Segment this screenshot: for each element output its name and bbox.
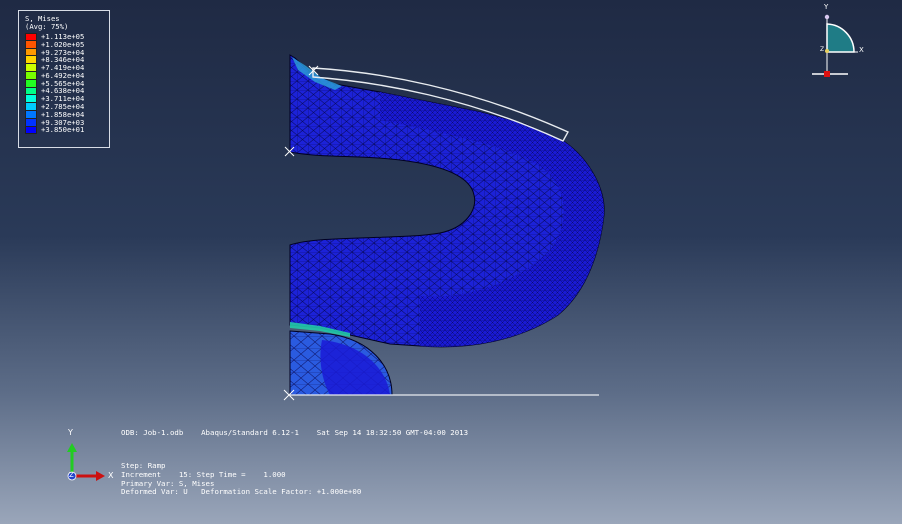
view-y-label: Y (824, 3, 829, 11)
increment-line: Increment 15: Step Time = 1.000 (121, 469, 286, 479)
odb-info-line: ODB: Job-1.odb Abaqus/Standard 6.12-1 Sa… (121, 428, 469, 437)
triad-y-label: Y (68, 428, 73, 437)
axis-triad: Y X Z (58, 428, 118, 488)
triad-x-label: X (108, 471, 114, 480)
view-z-label: Z (820, 46, 825, 53)
model-canvas[interactable] (0, 0, 902, 524)
primary-var-line: Primary Var: S, Mises (121, 478, 215, 488)
view-x-label: X (859, 46, 864, 54)
step-info: Step: Ramp Increment 15: Step Time = 1.0… (121, 461, 362, 497)
deformed-var-line: Deformed Var: U Deformation Scale Factor… (121, 487, 362, 497)
step-line: Step: Ramp (121, 461, 166, 470)
model-viewport[interactable]: S, Mises (Avg: 75%) +1.113e+05 +1.020e+05… (0, 0, 902, 524)
view-orientation-indicator[interactable]: Y X Z (808, 3, 868, 84)
triad-z-label: Z (69, 471, 74, 479)
